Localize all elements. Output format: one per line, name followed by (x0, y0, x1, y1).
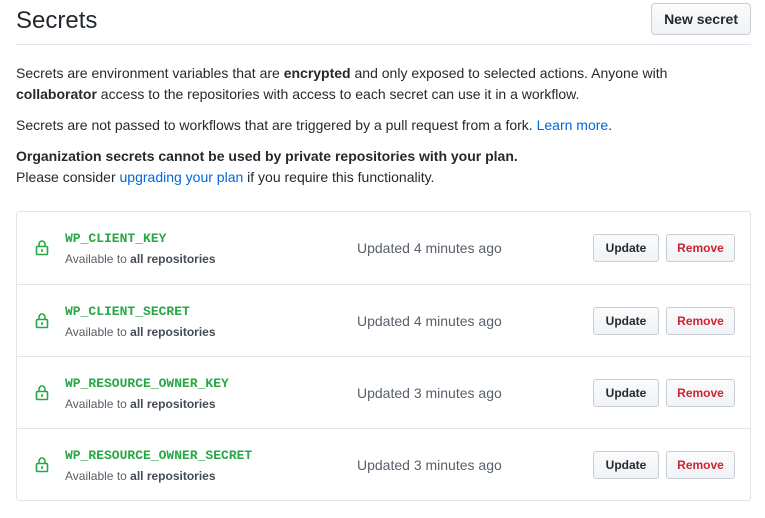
secret-updated: Updated 4 minutes ago (357, 313, 502, 329)
secret-scope-value: all repositories (130, 469, 216, 483)
secret-row: WP_CLIENT_SECRET Available to all reposi… (17, 284, 750, 356)
lock-icon (35, 313, 49, 329)
secret-name: WP_CLIENT_KEY (65, 231, 167, 246)
upgrade-plan-link[interactable]: upgrading your plan (120, 169, 244, 185)
secret-scope-prefix: Available to (65, 397, 131, 411)
secret-scope-prefix: Available to (65, 252, 131, 266)
fork-notice: Secrets are not passed to workflows that… (16, 115, 751, 136)
secret-row: WP_RESOURCE_OWNER_KEY Available to all r… (17, 356, 750, 428)
secret-name: WP_RESOURCE_OWNER_KEY (65, 376, 229, 391)
secret-scope: Available to all repositories (65, 396, 216, 412)
update-button[interactable]: Update (593, 451, 659, 479)
secret-scope: Available to all repositories (65, 468, 216, 484)
secret-updated: Updated 4 minutes ago (357, 240, 502, 256)
description-bold-collaborator: collaborator (16, 86, 97, 102)
page-title: Secrets (16, 7, 98, 34)
secret-updated: Updated 3 minutes ago (357, 457, 502, 473)
secrets-description: Secrets are environment variables that a… (16, 63, 751, 105)
description-text: access to the repositories with access t… (96, 86, 580, 102)
secret-row: WP_RESOURCE_OWNER_SECRET Available to al… (17, 428, 750, 500)
description-text: Secrets are environment variables that a… (16, 65, 284, 81)
secret-scope-value: all repositories (130, 252, 216, 266)
secret-scope-value: all repositories (130, 325, 216, 339)
secret-scope: Available to all repositories (65, 324, 216, 340)
update-button[interactable]: Update (593, 234, 659, 262)
update-button[interactable]: Update (593, 379, 659, 407)
remove-button[interactable]: Remove (666, 379, 735, 407)
remove-button[interactable]: Remove (666, 307, 735, 335)
secret-name: WP_CLIENT_SECRET (65, 304, 190, 319)
secret-updated: Updated 3 minutes ago (357, 385, 502, 401)
secret-scope-prefix: Available to (65, 469, 131, 483)
secret-scope: Available to all repositories (65, 251, 216, 267)
page-header: Secrets New secret (16, 0, 751, 45)
plan-notice-heading: Organization secrets cannot be used by p… (16, 148, 518, 164)
new-secret-button[interactable]: New secret (651, 3, 751, 35)
remove-button[interactable]: Remove (666, 451, 735, 479)
learn-more-link[interactable]: Learn more (537, 117, 609, 133)
plan-notice-text: Please consider (16, 169, 120, 185)
secrets-list: WP_CLIENT_KEY Available to all repositor… (16, 211, 751, 501)
plan-notice: Organization secrets cannot be used by p… (16, 146, 751, 188)
lock-icon (35, 385, 49, 401)
lock-icon (35, 457, 49, 473)
secret-scope-value: all repositories (130, 397, 216, 411)
description-text: and only exposed to selected actions. An… (350, 65, 668, 81)
remove-button[interactable]: Remove (666, 234, 735, 262)
description-bold-encrypted: encrypted (283, 65, 351, 81)
fork-notice-period: . (608, 117, 613, 133)
secret-name: WP_RESOURCE_OWNER_SECRET (65, 448, 253, 463)
secret-row: WP_CLIENT_KEY Available to all repositor… (17, 212, 750, 284)
update-button[interactable]: Update (593, 307, 659, 335)
secret-scope-prefix: Available to (65, 325, 131, 339)
plan-notice-text: if you require this functionality. (243, 169, 435, 185)
fork-notice-text: Secrets are not passed to workflows that… (16, 117, 537, 133)
lock-icon (35, 240, 49, 256)
